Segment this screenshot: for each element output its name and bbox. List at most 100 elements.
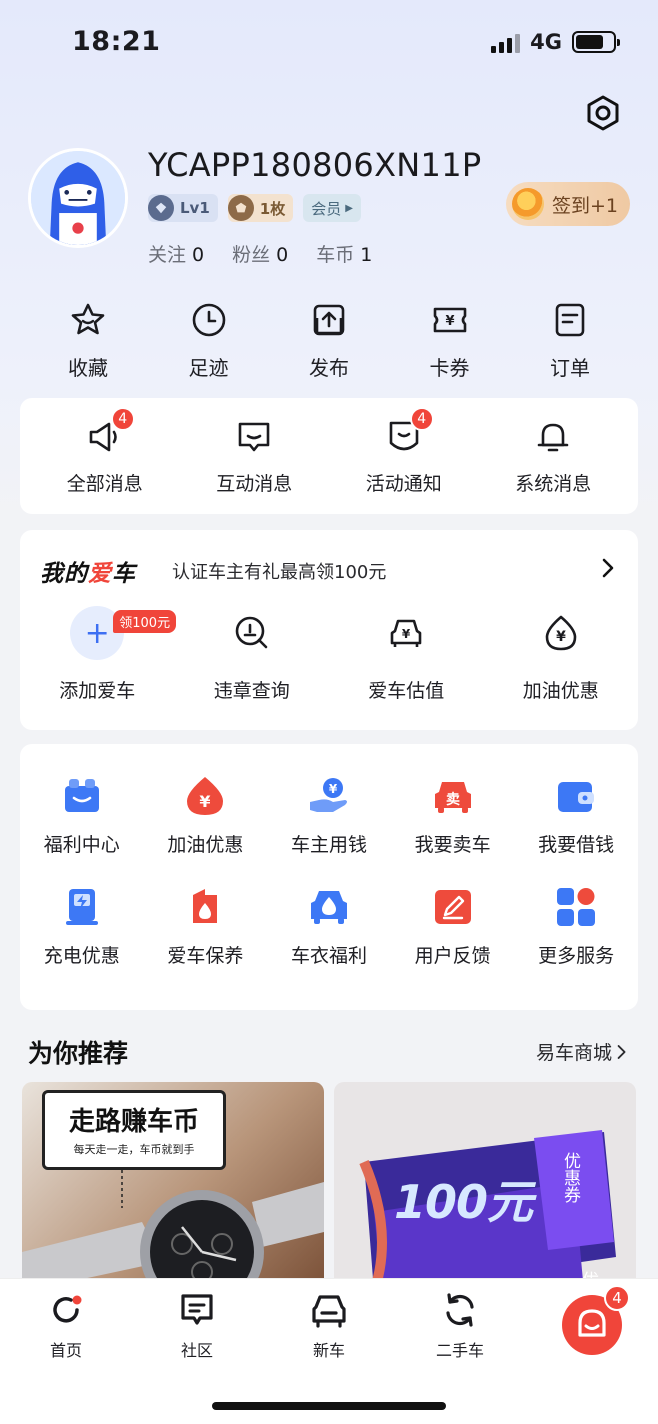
quick-favorites[interactable]: 收藏 xyxy=(28,300,148,381)
mall-link[interactable]: 易车商城 xyxy=(536,1038,628,1065)
stat-label: 车币 xyxy=(316,244,355,266)
chevron-right-icon xyxy=(617,1044,626,1059)
service-car-cover[interactable]: 车衣福利 xyxy=(267,885,391,968)
msg-interactive[interactable]: 互动消息 xyxy=(184,417,324,496)
svg-text:卖: 卖 xyxy=(446,791,460,808)
coupon-value: 100元 xyxy=(394,1175,533,1229)
caret-right-icon: ▶ xyxy=(345,202,353,214)
service-label: 车主用钱 xyxy=(290,834,367,856)
coin-badge[interactable]: 1枚 xyxy=(227,194,294,222)
wallet-icon xyxy=(558,782,595,812)
tab-label: 新车 xyxy=(312,1341,345,1360)
service-more[interactable]: 更多服务 xyxy=(514,885,638,968)
service-label: 我要卖车 xyxy=(414,834,491,856)
car-action-label: 添加爱车 xyxy=(59,680,136,702)
my-car-subtitle[interactable]: 认证车主有礼最高领100元 xyxy=(172,558,386,584)
tab-new-car[interactable]: 新车 xyxy=(284,1291,374,1361)
bell-icon xyxy=(537,423,569,451)
chat-icon xyxy=(238,422,270,451)
star-icon xyxy=(71,303,105,335)
service-welfare[interactable]: 福利中心 xyxy=(20,774,144,857)
msg-activity[interactable]: 4 活动通知 xyxy=(334,406,474,496)
status-bar: 18:21 4G xyxy=(0,0,658,88)
recommend-card-walk[interactable]: 走路赚车币 每天走一走，车币就到手 xyxy=(22,1082,324,1292)
service-label: 福利中心 xyxy=(43,834,120,856)
status-time: 18:21 xyxy=(72,26,161,57)
signin-button[interactable]: 签到+1 xyxy=(506,182,630,226)
msg-label: 活动通知 xyxy=(365,472,442,495)
car-action-label: 爱车估值 xyxy=(368,680,445,702)
settings-button[interactable] xyxy=(584,94,622,132)
service-fuel[interactable]: ¥ 加油优惠 xyxy=(144,774,268,857)
msg-label: 互动消息 xyxy=(216,472,293,495)
service-sell-car[interactable]: 卖 我要卖车 xyxy=(391,774,515,857)
service-maintenance[interactable]: 爱车保养 xyxy=(144,885,268,968)
stat-value: 0 xyxy=(192,244,205,266)
service-charging[interactable]: 充电优惠 xyxy=(20,885,144,968)
used-car-icon xyxy=(446,1293,474,1327)
community-icon xyxy=(181,1294,213,1325)
mall-link-label: 易车商城 xyxy=(535,1042,612,1064)
my-car-title: 我的爱车 xyxy=(40,554,136,588)
medal-icon xyxy=(227,195,254,221)
msg-all[interactable]: 4 全部消息 xyxy=(35,406,175,496)
charging-icon xyxy=(65,889,98,925)
assistant-face-icon xyxy=(578,1309,606,1337)
service-label: 我要借钱 xyxy=(538,834,615,856)
add-car-button[interactable]: + 领100元 添加爱车 xyxy=(27,606,177,703)
messages-card: 4 全部消息 互动消息 4 活动通知 系统消息 xyxy=(20,398,638,514)
my-car-title-heart: 爱 xyxy=(88,561,112,587)
stat-coins[interactable]: 车币 1 xyxy=(316,240,372,267)
service-borrow[interactable]: 我要借钱 xyxy=(514,774,638,857)
services-card: 福利中心 ¥ 加油优惠 ¥ 车主用钱 卖 我要卖车 我要借钱 充电优惠 爱车保养… xyxy=(20,744,638,1010)
service-label: 更多服务 xyxy=(538,945,615,967)
violation-search-icon xyxy=(235,616,268,649)
car-action-label: 加油优惠 xyxy=(522,680,599,702)
level-badge[interactable]: Lv1 xyxy=(148,194,218,222)
service-label: 爱车保养 xyxy=(167,945,244,967)
quick-publish[interactable]: 发布 xyxy=(269,300,389,381)
watch-image xyxy=(22,1170,324,1292)
vip-badge[interactable]: 会员 ▶ xyxy=(303,194,361,222)
status-indicators: 4G xyxy=(491,30,620,54)
feedback-icon xyxy=(434,890,471,924)
network-type: 4G xyxy=(530,30,562,54)
violation-query-button[interactable]: 违章查询 xyxy=(182,606,322,703)
service-owner-loan[interactable]: ¥ 车主用钱 xyxy=(267,774,391,857)
service-label: 加油优惠 xyxy=(167,834,244,856)
svg-text:¥: ¥ xyxy=(445,314,454,329)
order-icon xyxy=(555,303,585,337)
quick-orders[interactable]: 订单 xyxy=(510,300,630,381)
service-label: 充电优惠 xyxy=(43,945,120,967)
svg-text:¥: ¥ xyxy=(200,792,211,811)
signal-icon xyxy=(491,31,521,53)
fuel-discount-button[interactable]: ¥ 加油优惠 xyxy=(491,606,631,703)
home-indicator[interactable] xyxy=(212,1402,446,1410)
stat-following[interactable]: 关注 0 xyxy=(148,240,204,267)
quick-history[interactable]: 足迹 xyxy=(149,300,269,381)
battery-icon xyxy=(572,31,620,53)
tab-label: 二手车 xyxy=(435,1341,484,1360)
stat-followers[interactable]: 粉丝 0 xyxy=(232,240,288,267)
my-car-title-a: 我的 xyxy=(40,561,88,587)
tab-used-car[interactable]: 二手车 xyxy=(415,1291,505,1361)
recommend-card-coupon[interactable]: 100元 优惠券 优 xyxy=(334,1082,636,1292)
tab-home[interactable]: 首页 xyxy=(21,1291,111,1361)
avatar[interactable] xyxy=(28,148,128,248)
quick-coupons[interactable]: ¥ 卡券 xyxy=(390,300,510,381)
svg-text:¥: ¥ xyxy=(402,627,411,641)
service-label: 车衣福利 xyxy=(290,945,367,967)
gift-icon xyxy=(64,779,99,812)
car-valuation-button[interactable]: ¥ 爱车估值 xyxy=(336,606,476,703)
msg-system[interactable]: 系统消息 xyxy=(483,417,623,496)
more-services-icon xyxy=(557,888,596,926)
tab-community[interactable]: 社区 xyxy=(152,1291,242,1361)
quick-label: 订单 xyxy=(550,356,590,380)
chevron-right-icon[interactable] xyxy=(598,556,618,580)
car-valuation-icon: ¥ xyxy=(390,619,422,647)
svg-text:¥: ¥ xyxy=(556,629,566,645)
user-stats: 关注 0 粉丝 0 车币 1 xyxy=(148,240,372,267)
my-car-actions: + 领100元 添加爱车 违章查询 ¥ 爱车估值 ¥ 加油优惠 xyxy=(20,606,638,703)
service-feedback[interactable]: 用户反馈 xyxy=(391,885,515,968)
tab-label: 社区 xyxy=(180,1341,213,1360)
